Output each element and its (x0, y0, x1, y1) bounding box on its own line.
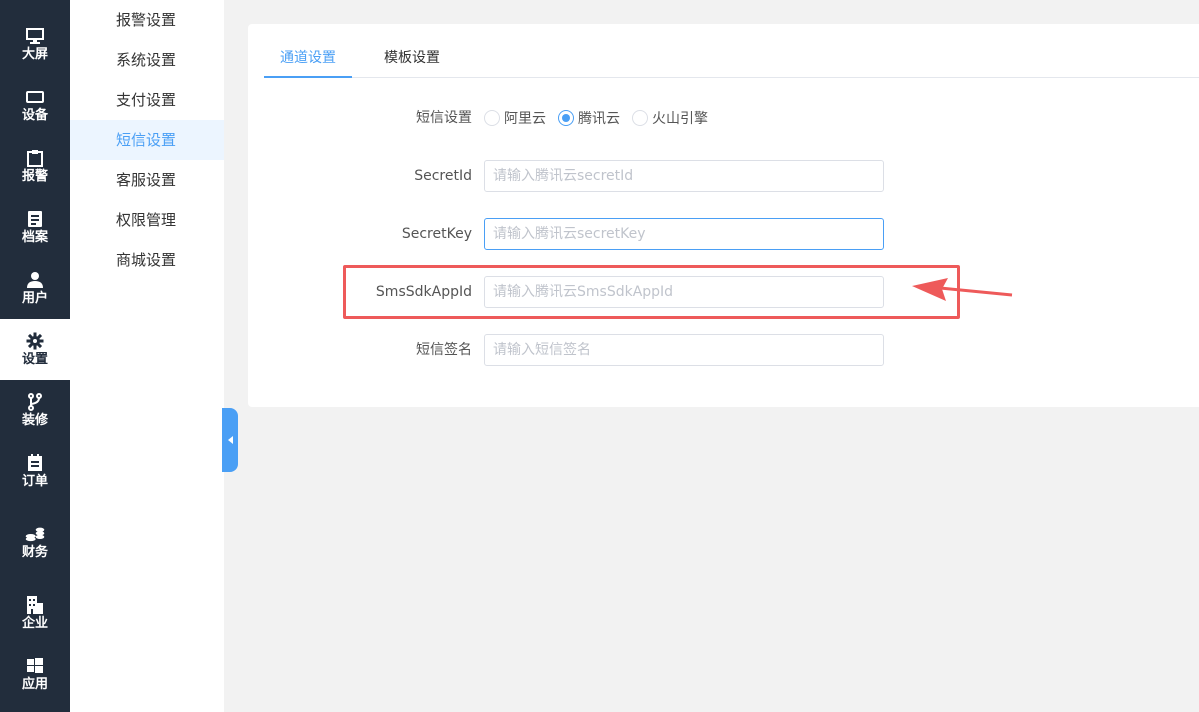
windows-icon (25, 657, 45, 675)
tab-template-settings[interactable]: 模板设置 (372, 46, 452, 78)
file-icon (25, 210, 45, 228)
rail-label: 用户 (21, 290, 48, 306)
rail-item-enterprise[interactable]: 企业 (0, 583, 70, 644)
rail-item-user[interactable]: 用户 (0, 258, 70, 319)
rail-label: 应用 (21, 676, 48, 692)
rail-item-screen[interactable]: 大屏 (0, 14, 70, 75)
subnav-item-alarm[interactable]: 报警设置 (70, 0, 224, 40)
subnav-item-mall[interactable]: 商城设置 (70, 240, 224, 280)
tab-bar: 通道设置 模板设置 (264, 46, 1199, 78)
rail-label: 报警 (21, 168, 48, 184)
rail-label: 企业 (21, 615, 48, 631)
rail-item-apps[interactable]: 应用 (0, 644, 70, 705)
subnav-item-payment[interactable]: 支付设置 (70, 80, 224, 120)
caret-left-icon (227, 436, 233, 444)
rail-item-order[interactable]: 订单 (0, 441, 70, 502)
radio-volcengine[interactable]: 火山引擎 (632, 108, 708, 128)
secret-id-label: SecretId (414, 168, 472, 184)
radio-circle (632, 110, 648, 126)
rail-label: 财务 (21, 544, 48, 560)
radio-tencent[interactable]: 腾讯云 (558, 108, 620, 128)
secret-id-input[interactable] (484, 160, 884, 192)
rail-label: 装修 (21, 412, 48, 428)
gear-icon (25, 332, 45, 350)
provider-label: 短信设置 (416, 110, 472, 126)
building-icon (25, 595, 45, 614)
monitor-icon (25, 27, 45, 45)
radio-circle (484, 110, 500, 126)
rail-item-settings[interactable]: 设置 (0, 319, 70, 380)
clipboard-icon (25, 149, 45, 167)
rail-item-finance[interactable]: 财务 (0, 512, 70, 573)
user-icon (25, 271, 45, 289)
rail-item-archive[interactable]: 档案 (0, 197, 70, 258)
subnav-item-service[interactable]: 客服设置 (70, 160, 224, 200)
subnav-item-system[interactable]: 系统设置 (70, 40, 224, 80)
branch-icon (25, 392, 45, 411)
radio-aliyun[interactable]: 阿里云 (484, 108, 546, 128)
radio-circle (558, 110, 574, 126)
radio-label: 阿里云 (504, 111, 546, 127)
radio-label: 腾讯云 (578, 111, 620, 127)
rail-label: 档案 (21, 229, 48, 245)
rail-label: 设置 (21, 351, 48, 367)
radio-label: 火山引擎 (652, 111, 708, 127)
rail-item-decorate[interactable]: 装修 (0, 380, 70, 441)
coins-icon (25, 525, 45, 543)
settings-subnav: 报警设置 系统设置 支付设置 短信设置 客服设置 权限管理 商城设置 (70, 0, 224, 712)
provider-radio-group: 阿里云 腾讯云 火山引擎 (484, 108, 720, 128)
rail-item-device[interactable]: 设备 (0, 75, 70, 136)
sms-sign-input[interactable] (484, 334, 884, 366)
sms-sign-label: 短信签名 (416, 342, 472, 358)
icon-rail: 大屏 设备 报警 档案 用户 设置 装修 订单 财务 企业 应用 (0, 0, 70, 712)
secret-key-input[interactable] (484, 218, 884, 250)
tab-channel-settings[interactable]: 通道设置 (264, 46, 352, 78)
rail-label: 设备 (21, 107, 48, 123)
sms-settings-card: 通道设置 模板设置 短信设置 阿里云 腾讯云 火山引擎 SecretId Sec… (248, 24, 1199, 407)
rail-item-alarm[interactable]: 报警 (0, 136, 70, 197)
secret-key-label: SecretKey (401, 226, 472, 242)
rail-label: 订单 (21, 473, 48, 489)
subnav-item-permission[interactable]: 权限管理 (70, 200, 224, 240)
device-icon (25, 88, 45, 106)
app-id-label: SmsSdkAppId (375, 284, 472, 300)
rail-label: 大屏 (21, 46, 48, 62)
app-id-input[interactable] (484, 276, 884, 308)
collapse-sidebar-button[interactable] (222, 408, 238, 472)
order-icon (25, 453, 45, 472)
subnav-item-sms[interactable]: 短信设置 (70, 120, 224, 160)
